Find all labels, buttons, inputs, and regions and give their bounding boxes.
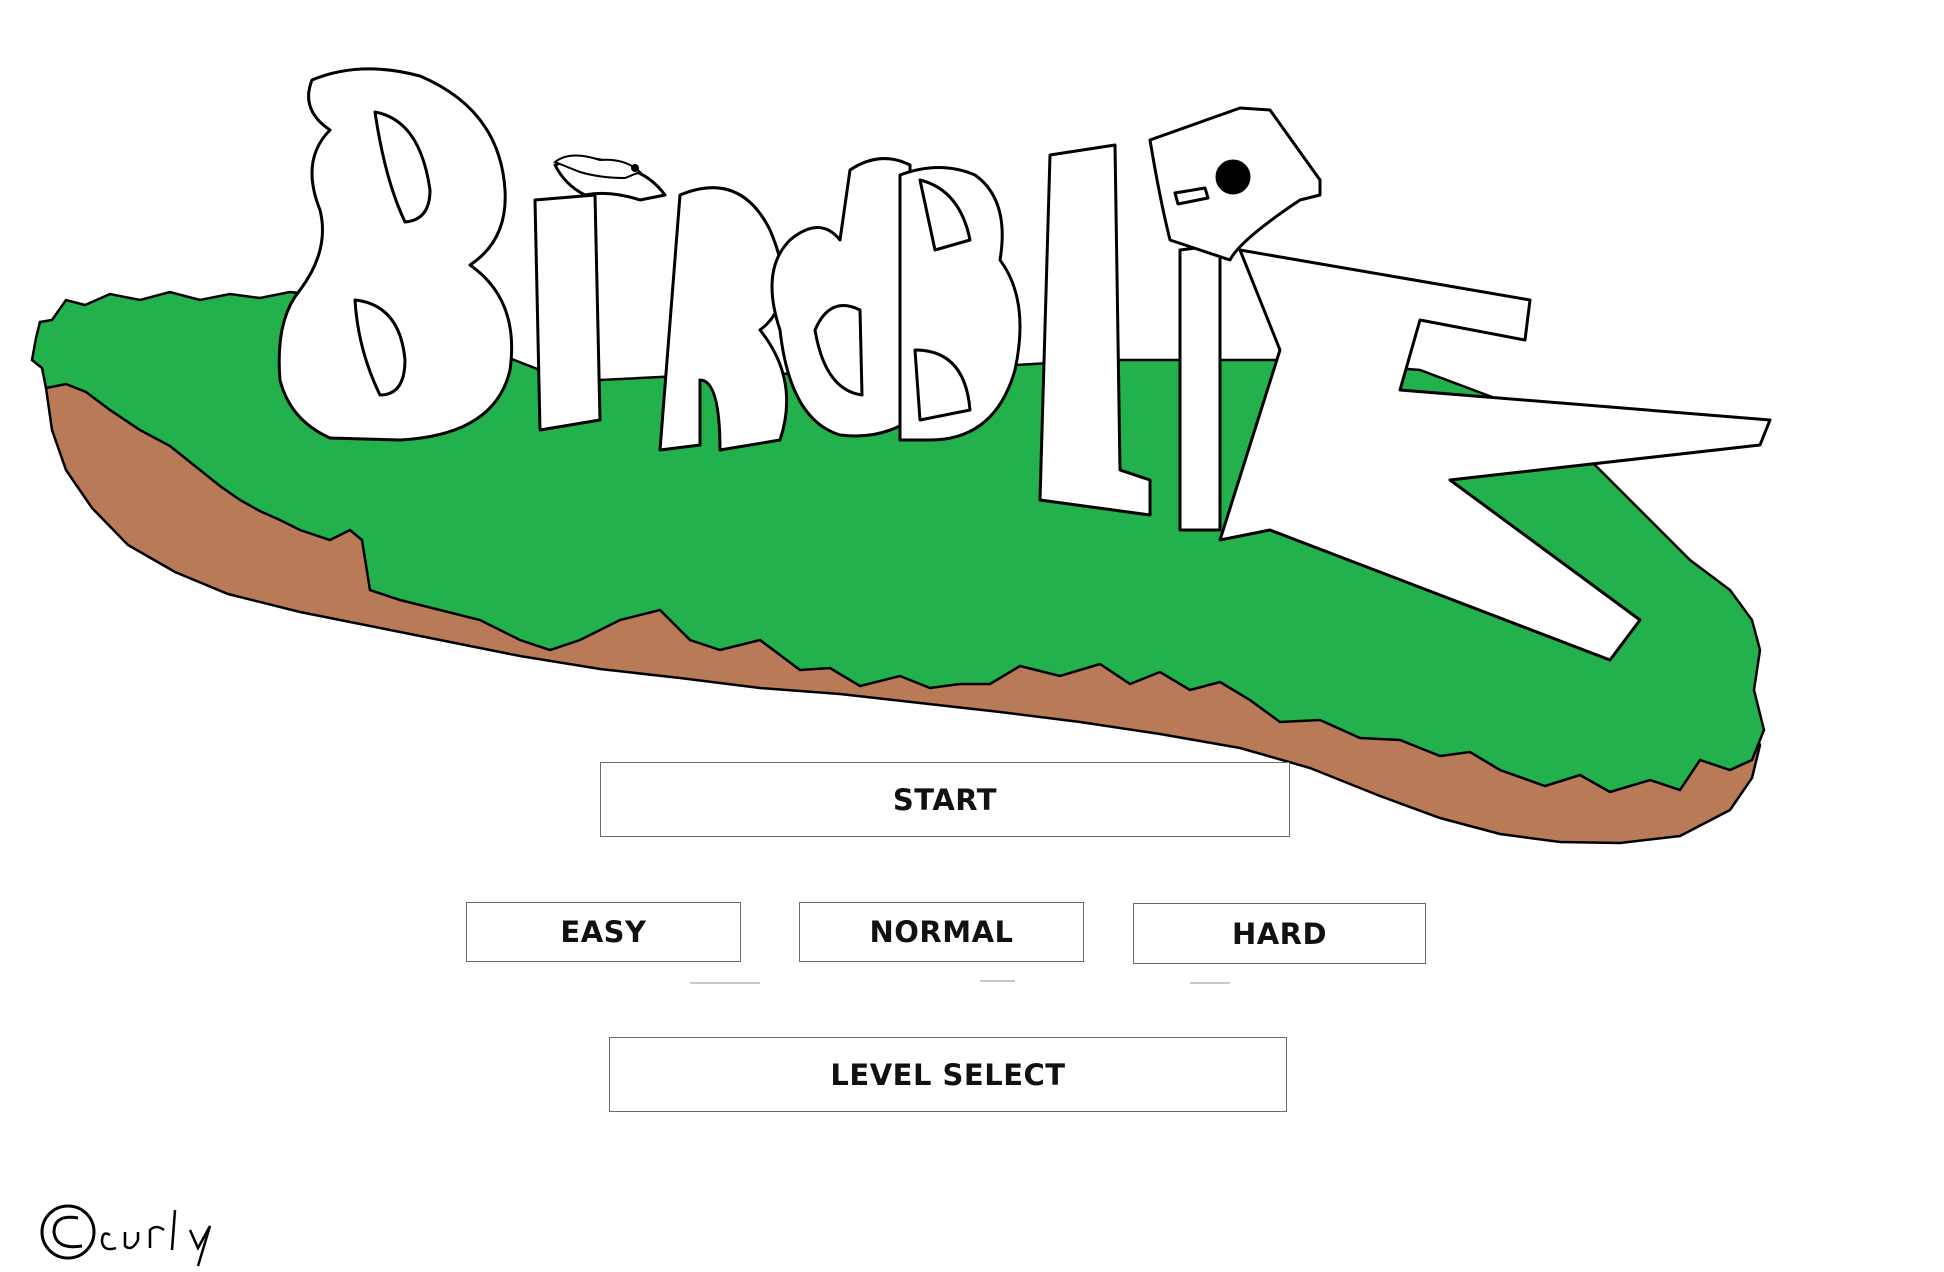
logo-letter-i: [533, 193, 602, 432]
hard-button-label: HARD: [1231, 916, 1328, 951]
scribble-mark: [690, 982, 760, 984]
signature: [40, 1204, 212, 1267]
title-screen: START EASY NORMAL HARD LEVEL SELECT: [0, 0, 1944, 1272]
logo-letter-r: [658, 186, 789, 452]
logo-letter-i2: [1178, 243, 1222, 532]
easy-difficulty-button[interactable]: EASY: [466, 902, 741, 962]
scribble-mark: [1190, 982, 1230, 984]
easy-button-label: EASY: [560, 915, 647, 949]
birdhouse: [1148, 106, 1322, 262]
start-button[interactable]: START: [600, 762, 1290, 837]
hard-difficulty-button[interactable]: HARD: [1133, 903, 1426, 964]
level-select-button[interactable]: LEVEL SELECT: [609, 1037, 1287, 1112]
normal-difficulty-button[interactable]: NORMAL: [799, 902, 1084, 962]
scribble-mark: [980, 980, 1015, 982]
start-button-label: START: [892, 782, 998, 817]
normal-button-label: NORMAL: [869, 915, 1014, 949]
level-select-button-label: LEVEL SELECT: [830, 1057, 1066, 1092]
